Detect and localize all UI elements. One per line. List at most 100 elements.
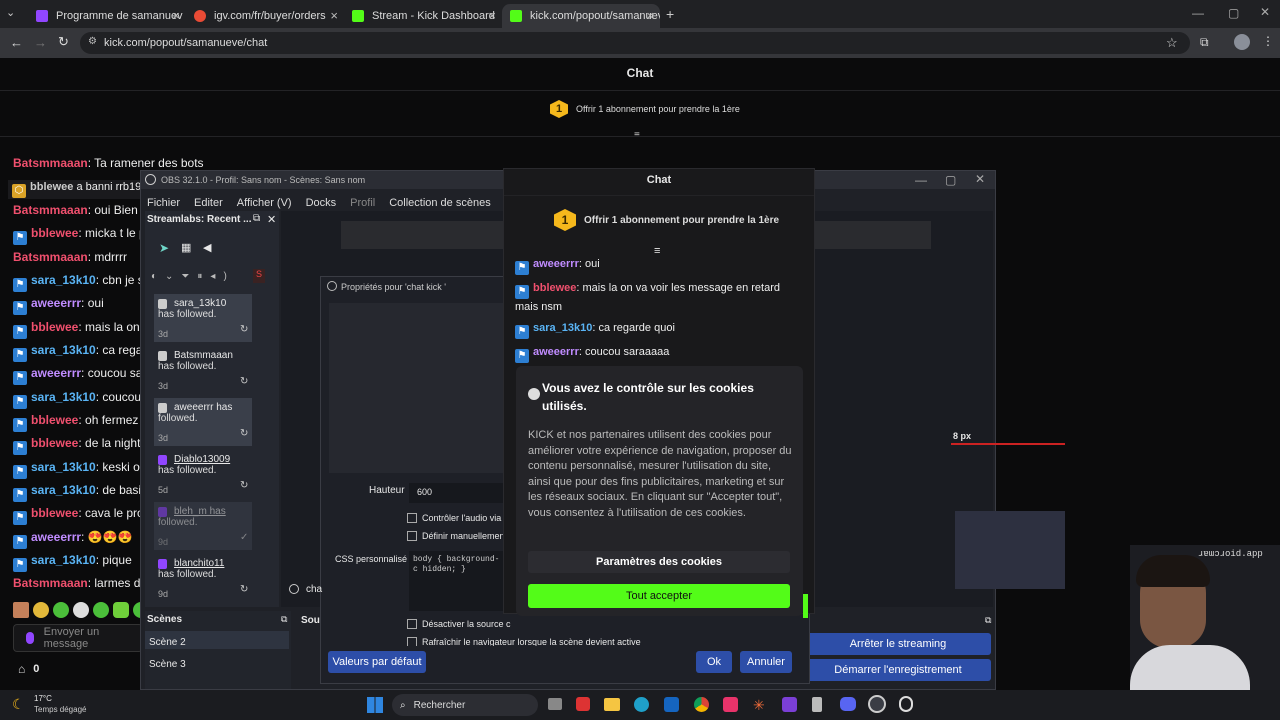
- overlay-username[interactable]: bblewee: [533, 282, 576, 294]
- obs-menu-item[interactable]: Docks: [306, 197, 337, 209]
- chat-username[interactable]: bblewee: [31, 320, 78, 334]
- task-view-icon[interactable]: [548, 698, 562, 710]
- tab-kick-chat[interactable]: kick.com/popout/samanueve/c ×: [502, 4, 660, 28]
- emote-icon[interactable]: [53, 602, 69, 618]
- obs-menu-item[interactable]: Editer: [194, 197, 223, 209]
- gift-icon[interactable]: ▦: [181, 241, 191, 254]
- follow-event[interactable]: sara_13k10 has followed. 3d ↻: [154, 294, 252, 342]
- emote-icon[interactable]: [93, 602, 109, 618]
- chat-username[interactable]: Batsmmaaan: [13, 250, 88, 264]
- obs-menu-item[interactable]: Afficher (V): [237, 197, 292, 209]
- app-icon[interactable]: [576, 697, 590, 711]
- chat-username[interactable]: bblewee: [31, 413, 78, 427]
- checkbox-audio[interactable]: Contrôler l'audio via: [407, 513, 501, 523]
- event-name[interactable]: Batsmmaaan: [174, 350, 233, 361]
- chrome-icon[interactable]: [694, 697, 709, 712]
- outlook-icon[interactable]: [664, 697, 679, 712]
- obs-taskbar-icon[interactable]: [868, 695, 886, 713]
- close-window-icon[interactable]: ✕: [1260, 5, 1270, 19]
- controls-undock-icon[interactable]: ⧉: [985, 615, 991, 626]
- follow-event[interactable]: Diablo13009 has followed. 5d ↻: [154, 450, 252, 498]
- tab-search-icon[interactable]: ⌄: [6, 6, 15, 19]
- app-icon[interactable]: [782, 697, 797, 712]
- edge-icon[interactable]: [634, 697, 649, 712]
- new-tab-icon[interactable]: +: [666, 6, 674, 22]
- ok-button[interactable]: Ok: [696, 651, 732, 673]
- obs-menu-item[interactable]: Collection de scènes: [389, 197, 491, 209]
- replay-icon[interactable]: ↻: [240, 480, 248, 491]
- scenes-undock-icon[interactable]: ⧉: [281, 614, 287, 625]
- follow-event[interactable]: bleh_m has followed. 9d ✓: [154, 502, 252, 550]
- check-icon[interactable]: ✓: [240, 532, 248, 543]
- overlay-username[interactable]: aweeerrr: [533, 258, 579, 270]
- accept-all-button[interactable]: Tout accepter: [528, 584, 790, 608]
- tab-kick-dashboard[interactable]: Stream - Kick Dashboard ×: [344, 4, 502, 28]
- chat-username[interactable]: aweeerrr: [31, 366, 81, 380]
- app-icon[interactable]: [899, 696, 913, 712]
- obs-close-icon[interactable]: ✕: [975, 172, 985, 186]
- chat-username[interactable]: sara_13k10: [31, 273, 96, 287]
- discord-icon[interactable]: [840, 697, 856, 711]
- close-tab-icon[interactable]: ×: [172, 8, 180, 23]
- chat-username[interactable]: sara_13k10: [31, 343, 96, 357]
- taskbar-search[interactable]: ⌕ Rechercher: [392, 694, 538, 716]
- chat-input[interactable]: Envoyer un message: [13, 624, 143, 652]
- minimize-window-icon[interactable]: —: [1192, 6, 1204, 20]
- scene-item-2[interactable]: Scène 2: [145, 631, 289, 649]
- replay-icon[interactable]: ↻: [240, 324, 248, 335]
- obs-minimize-icon[interactable]: —: [915, 173, 927, 187]
- chat-username[interactable]: sara_13k10: [31, 390, 96, 404]
- event-name[interactable]: blanchito11: [174, 558, 224, 569]
- back-icon[interactable]: ←: [10, 35, 23, 50]
- site-info-icon[interactable]: ⚙: [88, 36, 97, 47]
- event-name[interactable]: bleh_m has: [174, 506, 226, 517]
- bookmark-star-icon[interactable]: ☆: [1166, 35, 1178, 51]
- replay-icon[interactable]: ↻: [240, 428, 248, 439]
- emote-icon[interactable]: [113, 602, 129, 618]
- css-textarea[interactable]: body { background-c hidden; }: [409, 551, 505, 611]
- cancel-button[interactable]: Annuler: [740, 651, 792, 673]
- checkbox-manual[interactable]: Définir manuellemen: [407, 531, 505, 541]
- stop-streaming-button[interactable]: Arrêter le streaming: [805, 633, 991, 655]
- windows-start-icon[interactable]: [367, 697, 383, 713]
- profile-avatar[interactable]: [1234, 34, 1250, 50]
- chat-username[interactable]: bblewee: [31, 226, 78, 240]
- app-icon[interactable]: ✳: [753, 697, 765, 714]
- replay-icon[interactable]: ↻: [240, 584, 248, 595]
- cookie-settings-button[interactable]: Paramètres des cookies: [528, 551, 790, 573]
- chat-username[interactable]: Batsmmaaan: [13, 576, 88, 590]
- checkbox-refresh[interactable]: Rafraîchir le navigateur lorsque la scèn…: [407, 637, 641, 646]
- close-tab-icon[interactable]: ×: [330, 8, 338, 23]
- browser-menu-icon[interactable]: ⋮: [1262, 34, 1274, 48]
- replay-icon[interactable]: ↻: [240, 376, 248, 387]
- overlay-username[interactable]: aweeerrr: [533, 346, 579, 358]
- store-icon[interactable]: ⌂: [18, 662, 25, 676]
- obs-maximize-icon[interactable]: ▢: [945, 173, 956, 187]
- extensions-icon[interactable]: ⧉: [1200, 35, 1209, 50]
- reload-icon[interactable]: ↻: [58, 34, 69, 50]
- emote-icon[interactable]: [73, 602, 89, 618]
- maximize-window-icon[interactable]: ▢: [1228, 6, 1239, 20]
- height-input[interactable]: 600: [409, 483, 505, 503]
- chat-username[interactable]: sara_13k10: [31, 483, 96, 497]
- emote-picker-icon[interactable]: [26, 632, 34, 644]
- chat-username[interactable]: bblewee: [31, 436, 78, 450]
- subscribe-banner[interactable]: 1 Offrir 1 abonnement pour prendre la 1è…: [550, 100, 740, 118]
- chat-username[interactable]: sara_13k10: [31, 460, 96, 474]
- avatar[interactable]: [13, 602, 29, 618]
- defaults-button[interactable]: Valeurs par défaut: [328, 651, 426, 673]
- chat-username[interactable]: bblewee: [30, 181, 73, 193]
- chat-username[interactable]: Batsmmaaan: [13, 156, 88, 170]
- close-dock-icon[interactable]: ✕: [267, 213, 276, 226]
- event-name[interactable]: aweeerrr has: [174, 402, 232, 413]
- event-name[interactable]: sara_13k10: [174, 298, 226, 309]
- chat-username[interactable]: sara_13k10: [31, 553, 96, 567]
- start-recording-button[interactable]: Démarrer l'enregistrement: [805, 659, 991, 681]
- undock-icon[interactable]: ⧉: [253, 213, 260, 224]
- follow-event[interactable]: blanchito11 has followed. 9d ↻: [154, 554, 252, 602]
- overlay-username[interactable]: sara_13k10: [533, 322, 592, 334]
- weather-icon[interactable]: ☾: [12, 696, 25, 713]
- chat-username[interactable]: aweeerrr: [31, 530, 81, 544]
- scene-item-3[interactable]: Scène 3: [145, 653, 289, 671]
- music-icon[interactable]: [723, 697, 738, 712]
